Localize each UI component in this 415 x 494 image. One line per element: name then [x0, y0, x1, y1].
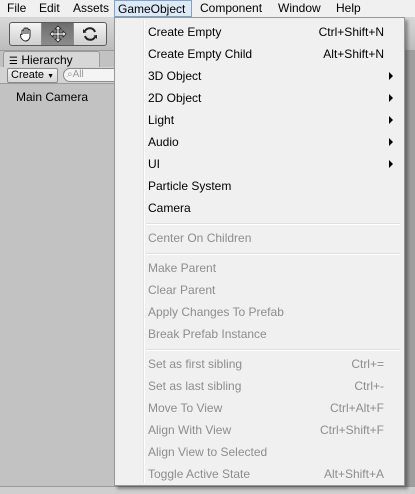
- hierarchy-item-main-camera[interactable]: Main Camera: [16, 90, 88, 104]
- shortcut-label: Ctrl+Shift+N: [318, 25, 384, 39]
- menu-item-label: Toggle Active State: [148, 467, 251, 481]
- menu-item-label: Clear Parent: [148, 283, 216, 297]
- menu-item-center-on-children[interactable]: Center On Children: [115, 227, 404, 249]
- move-tool-button[interactable]: [42, 23, 74, 45]
- menu-item-label: UI: [148, 157, 160, 171]
- menu-item-create-empty[interactable]: Create Empty Ctrl+Shift+N: [115, 21, 404, 43]
- menu-item-move-to-view[interactable]: Move To View Ctrl+Alt+F: [115, 397, 404, 419]
- menu-item-particle-system[interactable]: Particle System: [115, 175, 404, 197]
- menu-item-3d-object[interactable]: 3D Object: [115, 65, 404, 87]
- menu-item-audio[interactable]: Audio: [115, 131, 404, 153]
- shortcut-label: Ctrl+=: [351, 357, 384, 371]
- search-placeholder: All: [72, 69, 84, 80]
- menu-item-clear-parent[interactable]: Clear Parent: [115, 279, 404, 301]
- menu-separator: [146, 223, 400, 225]
- hierarchy-tab-label: Hierarchy: [21, 53, 73, 67]
- menu-gameobject[interactable]: GameObject: [114, 0, 192, 17]
- menu-item-set-first-sibling[interactable]: Set as first sibling Ctrl+=: [115, 353, 404, 375]
- menu-item-label: Align View to Selected: [148, 445, 268, 459]
- menu-item-label: Audio: [148, 135, 179, 149]
- rotate-tool-button[interactable]: [74, 23, 106, 45]
- menu-item-ui[interactable]: UI: [115, 153, 404, 175]
- submenu-arrow-icon: [389, 138, 393, 146]
- gameobject-dropdown-menu: Create Empty Ctrl+Shift+N Create Empty C…: [114, 17, 405, 486]
- menu-item-label: 2D Object: [148, 91, 202, 105]
- shortcut-label: Alt+Shift+N: [323, 47, 384, 61]
- hierarchy-tab[interactable]: ☰ Hierarchy: [3, 51, 100, 68]
- create-label: Create: [11, 69, 45, 81]
- menu-item-apply-changes-to-prefab[interactable]: Apply Changes To Prefab: [115, 301, 404, 323]
- menu-item-label: Make Parent: [148, 261, 217, 275]
- dropdown-arrow-icon: ▼: [47, 73, 55, 80]
- menu-bar: File Edit Assets GameObject Component Wi…: [0, 0, 415, 18]
- menu-item-2d-object[interactable]: 2D Object: [115, 87, 404, 109]
- menu-item-label: 3D Object: [148, 69, 202, 83]
- menu-separator: [146, 253, 400, 255]
- menu-item-label: Light: [148, 113, 175, 127]
- submenu-arrow-icon: [389, 160, 393, 168]
- shortcut-label: Ctrl+-: [354, 379, 384, 393]
- menu-item-label: Set as last sibling: [148, 379, 242, 393]
- rotate-icon: [83, 27, 97, 41]
- menu-file[interactable]: File: [4, 0, 29, 17]
- transform-tools: [9, 22, 107, 46]
- menu-item-break-prefab-instance[interactable]: Break Prefab Instance: [115, 323, 404, 345]
- menu-item-label: Camera: [148, 201, 191, 215]
- menu-item-make-parent[interactable]: Make Parent: [115, 257, 404, 279]
- scene-view-edge: [405, 50, 415, 486]
- menu-item-set-last-sibling[interactable]: Set as last sibling Ctrl+-: [115, 375, 404, 397]
- menu-item-align-with-view[interactable]: Align With View Ctrl+Shift+F: [115, 419, 404, 441]
- menu-window[interactable]: Window: [275, 0, 324, 17]
- menu-item-label: Create Empty Child: [148, 47, 253, 61]
- menu-item-label: Align With View: [148, 423, 232, 437]
- shortcut-label: Ctrl+Alt+F: [329, 401, 384, 415]
- menu-item-create-empty-child[interactable]: Create Empty Child Alt+Shift+N: [115, 43, 404, 65]
- menu-item-light[interactable]: Light: [115, 109, 404, 131]
- menu-item-toggle-active-state[interactable]: Toggle Active State Alt+Shift+A: [115, 463, 404, 485]
- menu-item-label: Create Empty: [148, 25, 222, 39]
- menu-help[interactable]: Help: [333, 0, 364, 17]
- shortcut-label: Alt+Shift+A: [323, 467, 384, 481]
- menu-item-label: Move To View: [148, 401, 223, 415]
- menu-item-label: Break Prefab Instance: [148, 327, 267, 341]
- submenu-arrow-icon: [389, 72, 393, 80]
- menu-item-camera[interactable]: Camera: [115, 197, 404, 219]
- list-icon: ☰: [9, 56, 18, 67]
- menu-item-label: Center On Children: [148, 231, 252, 245]
- menu-item-label: Set as first sibling: [148, 357, 243, 371]
- menu-item-label: Apply Changes To Prefab: [148, 305, 284, 319]
- menu-separator: [146, 349, 400, 351]
- menu-edit[interactable]: Edit: [36, 0, 63, 17]
- menu-assets[interactable]: Assets: [70, 0, 112, 17]
- submenu-arrow-icon: [389, 116, 393, 124]
- move-arrows-icon: [48, 25, 67, 43]
- menu-item-label: Particle System: [148, 179, 232, 193]
- shortcut-label: Ctrl+Shift+F: [319, 423, 384, 437]
- menu-item-align-view-to-selected[interactable]: Align View to Selected: [115, 441, 404, 463]
- hand-tool-button[interactable]: [10, 23, 42, 45]
- hand-icon: [19, 27, 30, 42]
- menu-component[interactable]: Component: [197, 0, 265, 17]
- submenu-arrow-icon: [389, 94, 393, 102]
- create-button[interactable]: Create ▼: [7, 68, 59, 83]
